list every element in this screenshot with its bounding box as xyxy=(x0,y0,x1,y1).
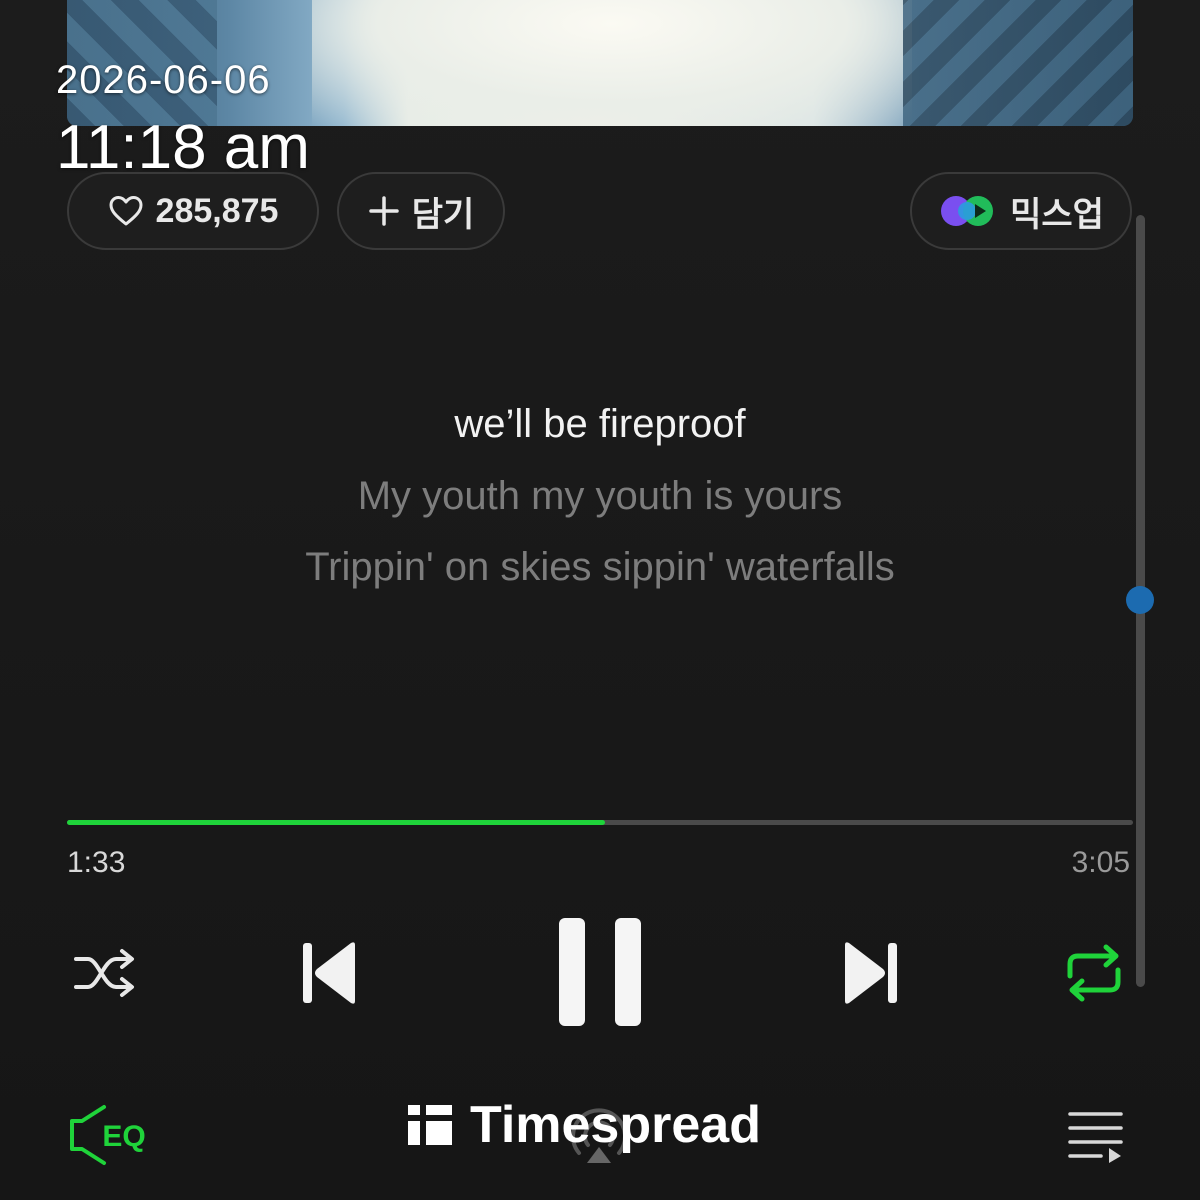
total-time: 3:05 xyxy=(1071,846,1130,879)
like-button[interactable]: 285,875 xyxy=(67,172,319,250)
album-art-pattern-right xyxy=(903,0,1133,126)
like-count: 285,875 xyxy=(155,191,279,230)
queue-button[interactable] xyxy=(1066,1110,1126,1166)
queue-icon xyxy=(1067,1109,1125,1168)
album-art-figure xyxy=(312,0,912,126)
pause-button[interactable] xyxy=(556,916,644,1033)
progress-bar-fill xyxy=(67,820,606,825)
timespread-logo-icon xyxy=(408,1103,452,1147)
timespread-watermark: Timespread xyxy=(408,1095,761,1155)
eq-label: EQ xyxy=(102,1120,146,1153)
heart-icon xyxy=(108,195,144,227)
progress-bar[interactable] xyxy=(67,820,1133,825)
mixup-logo-icon xyxy=(938,193,998,229)
next-icon xyxy=(841,939,901,1012)
lyric-current-line[interactable]: we’ll be fireproof xyxy=(0,402,1200,447)
add-to-playlist-button[interactable]: 담기 xyxy=(337,172,505,250)
repeat-button[interactable] xyxy=(1060,942,1128,1008)
scrollbar-thumb[interactable] xyxy=(1126,586,1154,614)
next-button[interactable] xyxy=(840,940,902,1010)
lyric-next-line[interactable]: My youth my youth is yours xyxy=(0,474,1200,519)
repeat-icon xyxy=(1062,942,1126,1009)
previous-icon xyxy=(299,939,359,1012)
mixup-label: 믹스업 xyxy=(1010,195,1104,234)
previous-button[interactable] xyxy=(298,940,360,1010)
lyric-following-line[interactable]: Trippin' on skies sippin' waterfalls xyxy=(0,545,1200,590)
watermark-text: Timespread xyxy=(470,1096,761,1154)
mixup-button[interactable]: 믹스업 xyxy=(910,172,1132,250)
equalizer-button[interactable]: EQ xyxy=(66,1104,148,1170)
add-label: 담기 xyxy=(411,195,475,234)
pause-icon xyxy=(557,916,643,1033)
elapsed-time: 1:33 xyxy=(67,846,126,879)
shuffle-icon xyxy=(72,947,138,1004)
shuffle-button[interactable] xyxy=(70,945,140,1005)
plus-icon xyxy=(368,195,400,227)
timestamp-date: 2026-06-06 xyxy=(56,58,271,102)
